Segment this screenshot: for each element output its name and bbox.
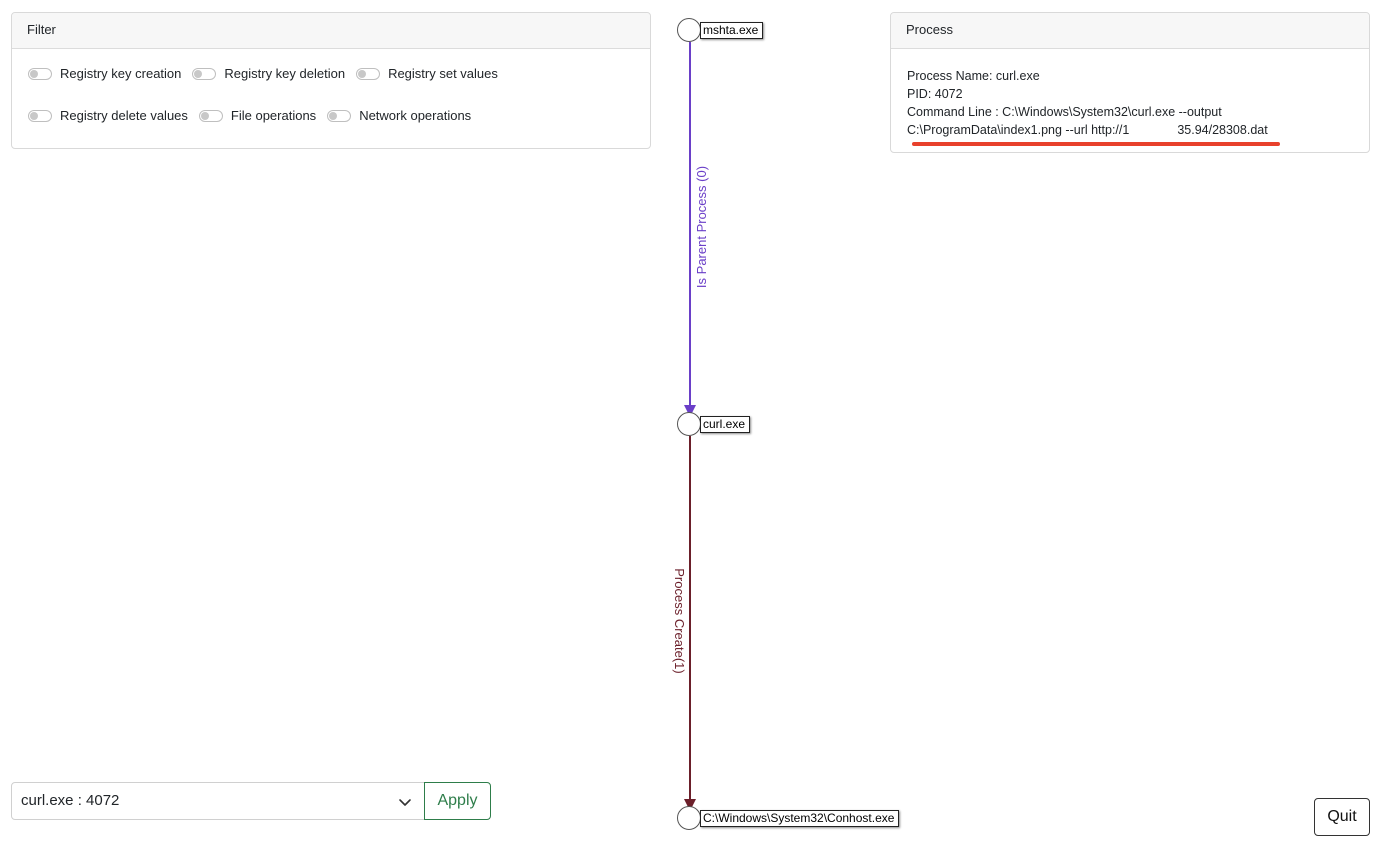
graph-node-circle-curl[interactable] (677, 412, 701, 436)
graph-node-circle-mshta[interactable] (677, 18, 701, 42)
graph-node-label-mshta[interactable]: mshta.exe (700, 22, 764, 39)
quit-button[interactable]: Quit (1314, 798, 1370, 836)
graph-node-circle-conhost[interactable] (677, 806, 701, 830)
chevron-down-icon (399, 799, 411, 806)
process-graph: Is Parent Process (0) Process Create(1) (672, 18, 709, 830)
apply-button[interactable]: Apply (424, 782, 491, 820)
process-select[interactable]: curl.exe : 4072 (11, 782, 425, 820)
edge-label-parent: Is Parent Process (0) (694, 166, 709, 288)
graph-node-label-curl[interactable]: curl.exe (700, 416, 751, 433)
graph-node-label-conhost[interactable]: C:\Windows\System32\Conhost.exe (700, 810, 900, 827)
process-select-value: curl.exe : 4072 (21, 792, 120, 809)
edge-label-create: Process Create(1) (672, 568, 687, 673)
